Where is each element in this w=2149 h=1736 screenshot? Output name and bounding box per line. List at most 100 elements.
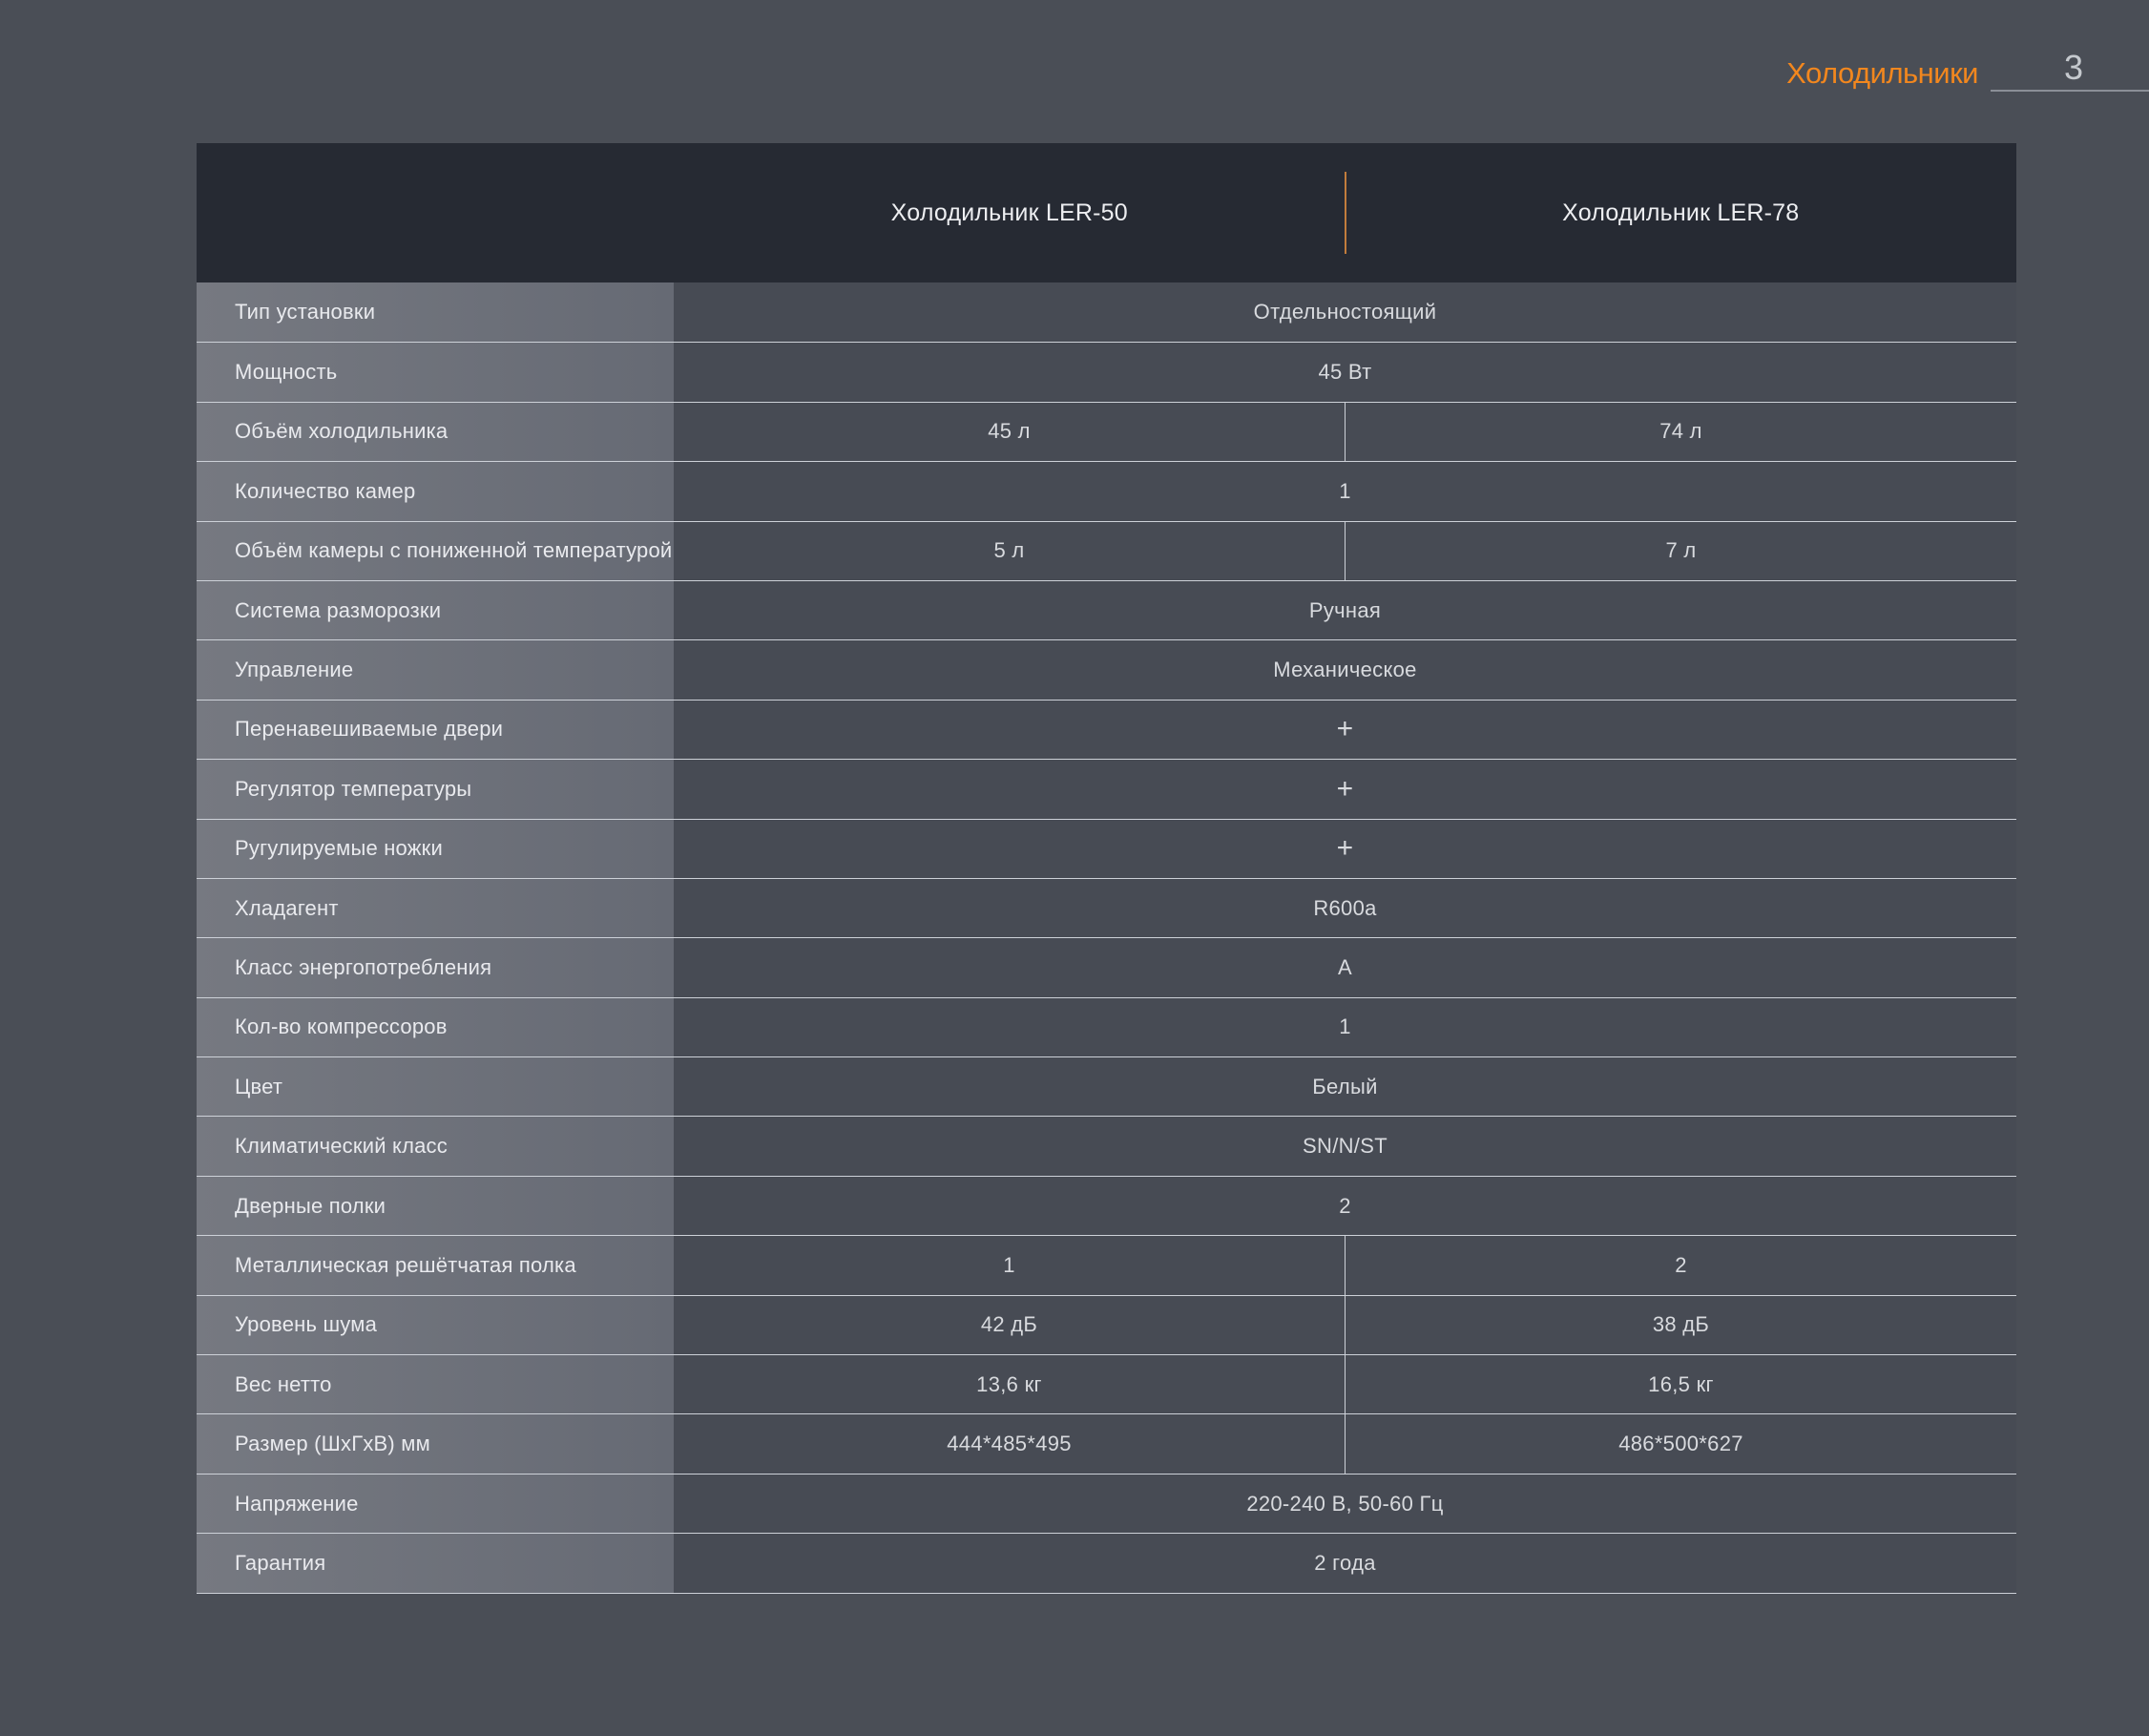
spec-values: А [674,938,2016,996]
spec-values: 13,6 кг16,5 кг [674,1355,2016,1413]
spec-value-both: SN/N/ST [674,1117,2016,1175]
spec-value-ler-50: 1 [674,1236,1345,1294]
spec-values: 1 [674,998,2016,1056]
table-body: Тип установкиОтдельностоящийМощность45 В… [197,282,2016,1594]
spec-label: Объём холодильника [197,403,674,461]
spec-value-ler-78: 486*500*627 [1345,1414,2016,1473]
spec-value-ler-78: 7 л [1345,522,2016,580]
spec-values: 45 л74 л [674,403,2016,461]
table-header-corner [197,143,674,282]
table-row: Система разморозкиРучная [197,580,2016,639]
spec-value-both: + [674,820,2016,878]
spec-values: 42 дБ38 дБ [674,1296,2016,1354]
table-row: Дверные полки2 [197,1176,2016,1235]
spec-values: 45 Вт [674,343,2016,401]
table-row: Напряжение220-240 В, 50-60 Гц [197,1474,2016,1533]
spec-values: + [674,820,2016,878]
spec-value-ler-78: 74 л [1345,403,2016,461]
spec-value-ler-78: 2 [1345,1236,2016,1294]
spec-label: Климатический класс [197,1117,674,1175]
spec-label: Размер (ШхГхВ) мм [197,1414,674,1473]
table-row: Уровень шума42 дБ38 дБ [197,1295,2016,1354]
table-row: Металлическая решётчатая полка12 [197,1235,2016,1294]
table-row: Гарантия2 года [197,1533,2016,1592]
spec-value-ler-50: 5 л [674,522,1345,580]
spec-label: Тип установки [197,282,674,342]
spec-label: Перенавешиваемые двери [197,701,674,759]
table-row: Размер (ШхГхВ) мм444*485*495486*500*627 [197,1413,2016,1473]
spec-label: Вес нетто [197,1355,674,1413]
spec-value-both: Механическое [674,640,2016,699]
table-row: Вес нетто13,6 кг16,5 кг [197,1354,2016,1413]
spec-values: + [674,701,2016,759]
spec-label: Регулятор температуры [197,760,674,818]
spec-values: 2 года [674,1534,2016,1592]
spec-comparison-table: Холодильник LER-50 Холодильник LER-78 Ти… [197,143,2016,1594]
spec-value-both: Белый [674,1057,2016,1116]
spec-value-both: А [674,938,2016,996]
table-header-row: Холодильник LER-50 Холодильник LER-78 [197,143,2016,282]
table-row: Ругулируемые ножки+ [197,819,2016,878]
spec-values: Ручная [674,581,2016,639]
spec-value-both: R600a [674,879,2016,937]
spec-label: Гарантия [197,1534,674,1592]
table-row: УправлениеМеханическое [197,639,2016,699]
spec-label: Уровень шума [197,1296,674,1354]
table-row: Тип установкиОтдельностоящий [197,282,2016,342]
spec-values: R600a [674,879,2016,937]
spec-values: 5 л7 л [674,522,2016,580]
table-row: ЦветБелый [197,1056,2016,1116]
spec-label: Ругулируемые ножки [197,820,674,878]
spec-label: Напряжение [197,1475,674,1533]
spec-values: 2 [674,1177,2016,1235]
table-row: ХладагентR600a [197,878,2016,937]
table-row: Климатический классSN/N/ST [197,1116,2016,1175]
spec-label: Управление [197,640,674,699]
page-number: 3 [2064,51,2083,85]
spec-value-ler-50: 13,6 кг [674,1355,1345,1413]
spec-label: Хладагент [197,879,674,937]
spec-value-both: 2 [674,1177,2016,1235]
spec-label: Кол-во компрессоров [197,998,674,1056]
spec-label: Система разморозки [197,581,674,639]
spec-values: Отдельностоящий [674,282,2016,342]
spec-values: 220-240 В, 50-60 Гц [674,1475,2016,1533]
spec-value-both: 2 года [674,1534,2016,1592]
spec-value-both: 1 [674,462,2016,520]
table-row: Перенавешиваемые двери+ [197,700,2016,759]
spec-value-ler-50: 42 дБ [674,1296,1345,1354]
spec-label: Цвет [197,1057,674,1116]
spec-value-ler-78: 38 дБ [1345,1296,2016,1354]
table-row: Класс энергопотребленияА [197,937,2016,996]
spec-label: Объём камеры с пониженной температурой [197,522,674,580]
header-column-divider [1345,172,1346,254]
spec-value-both: 45 Вт [674,343,2016,401]
spec-label: Мощность [197,343,674,401]
table-row: Объём камеры с пониженной температурой5 … [197,521,2016,580]
spec-label: Количество камер [197,462,674,520]
spec-values: Механическое [674,640,2016,699]
spec-value-both: Отдельностоящий [674,282,2016,342]
product-header-ler-50: Холодильник LER-50 [674,143,1346,282]
table-row: Объём холодильника45 л74 л [197,402,2016,461]
spec-value-both: + [674,701,2016,759]
spec-values: Белый [674,1057,2016,1116]
page-number-underline [1991,90,2149,92]
table-row: Количество камер1 [197,461,2016,520]
spec-value-ler-50: 45 л [674,403,1345,461]
spec-value-both: 1 [674,998,2016,1056]
spec-values: 12 [674,1236,2016,1294]
spec-value-ler-78: 16,5 кг [1345,1355,2016,1413]
spec-label: Класс энергопотребления [197,938,674,996]
spec-values: + [674,760,2016,818]
spec-value-both: 220-240 В, 50-60 Гц [674,1475,2016,1533]
spec-label: Дверные полки [197,1177,674,1235]
section-title: Холодильники [1786,58,1978,88]
spec-values: 444*485*495486*500*627 [674,1414,2016,1473]
spec-label: Металлическая решётчатая полка [197,1236,674,1294]
product-header-ler-78: Холодильник LER-78 [1346,143,2017,282]
table-row: Мощность45 Вт [197,342,2016,401]
spec-value-both: Ручная [674,581,2016,639]
spec-values: SN/N/ST [674,1117,2016,1175]
spec-value-both: + [674,760,2016,818]
